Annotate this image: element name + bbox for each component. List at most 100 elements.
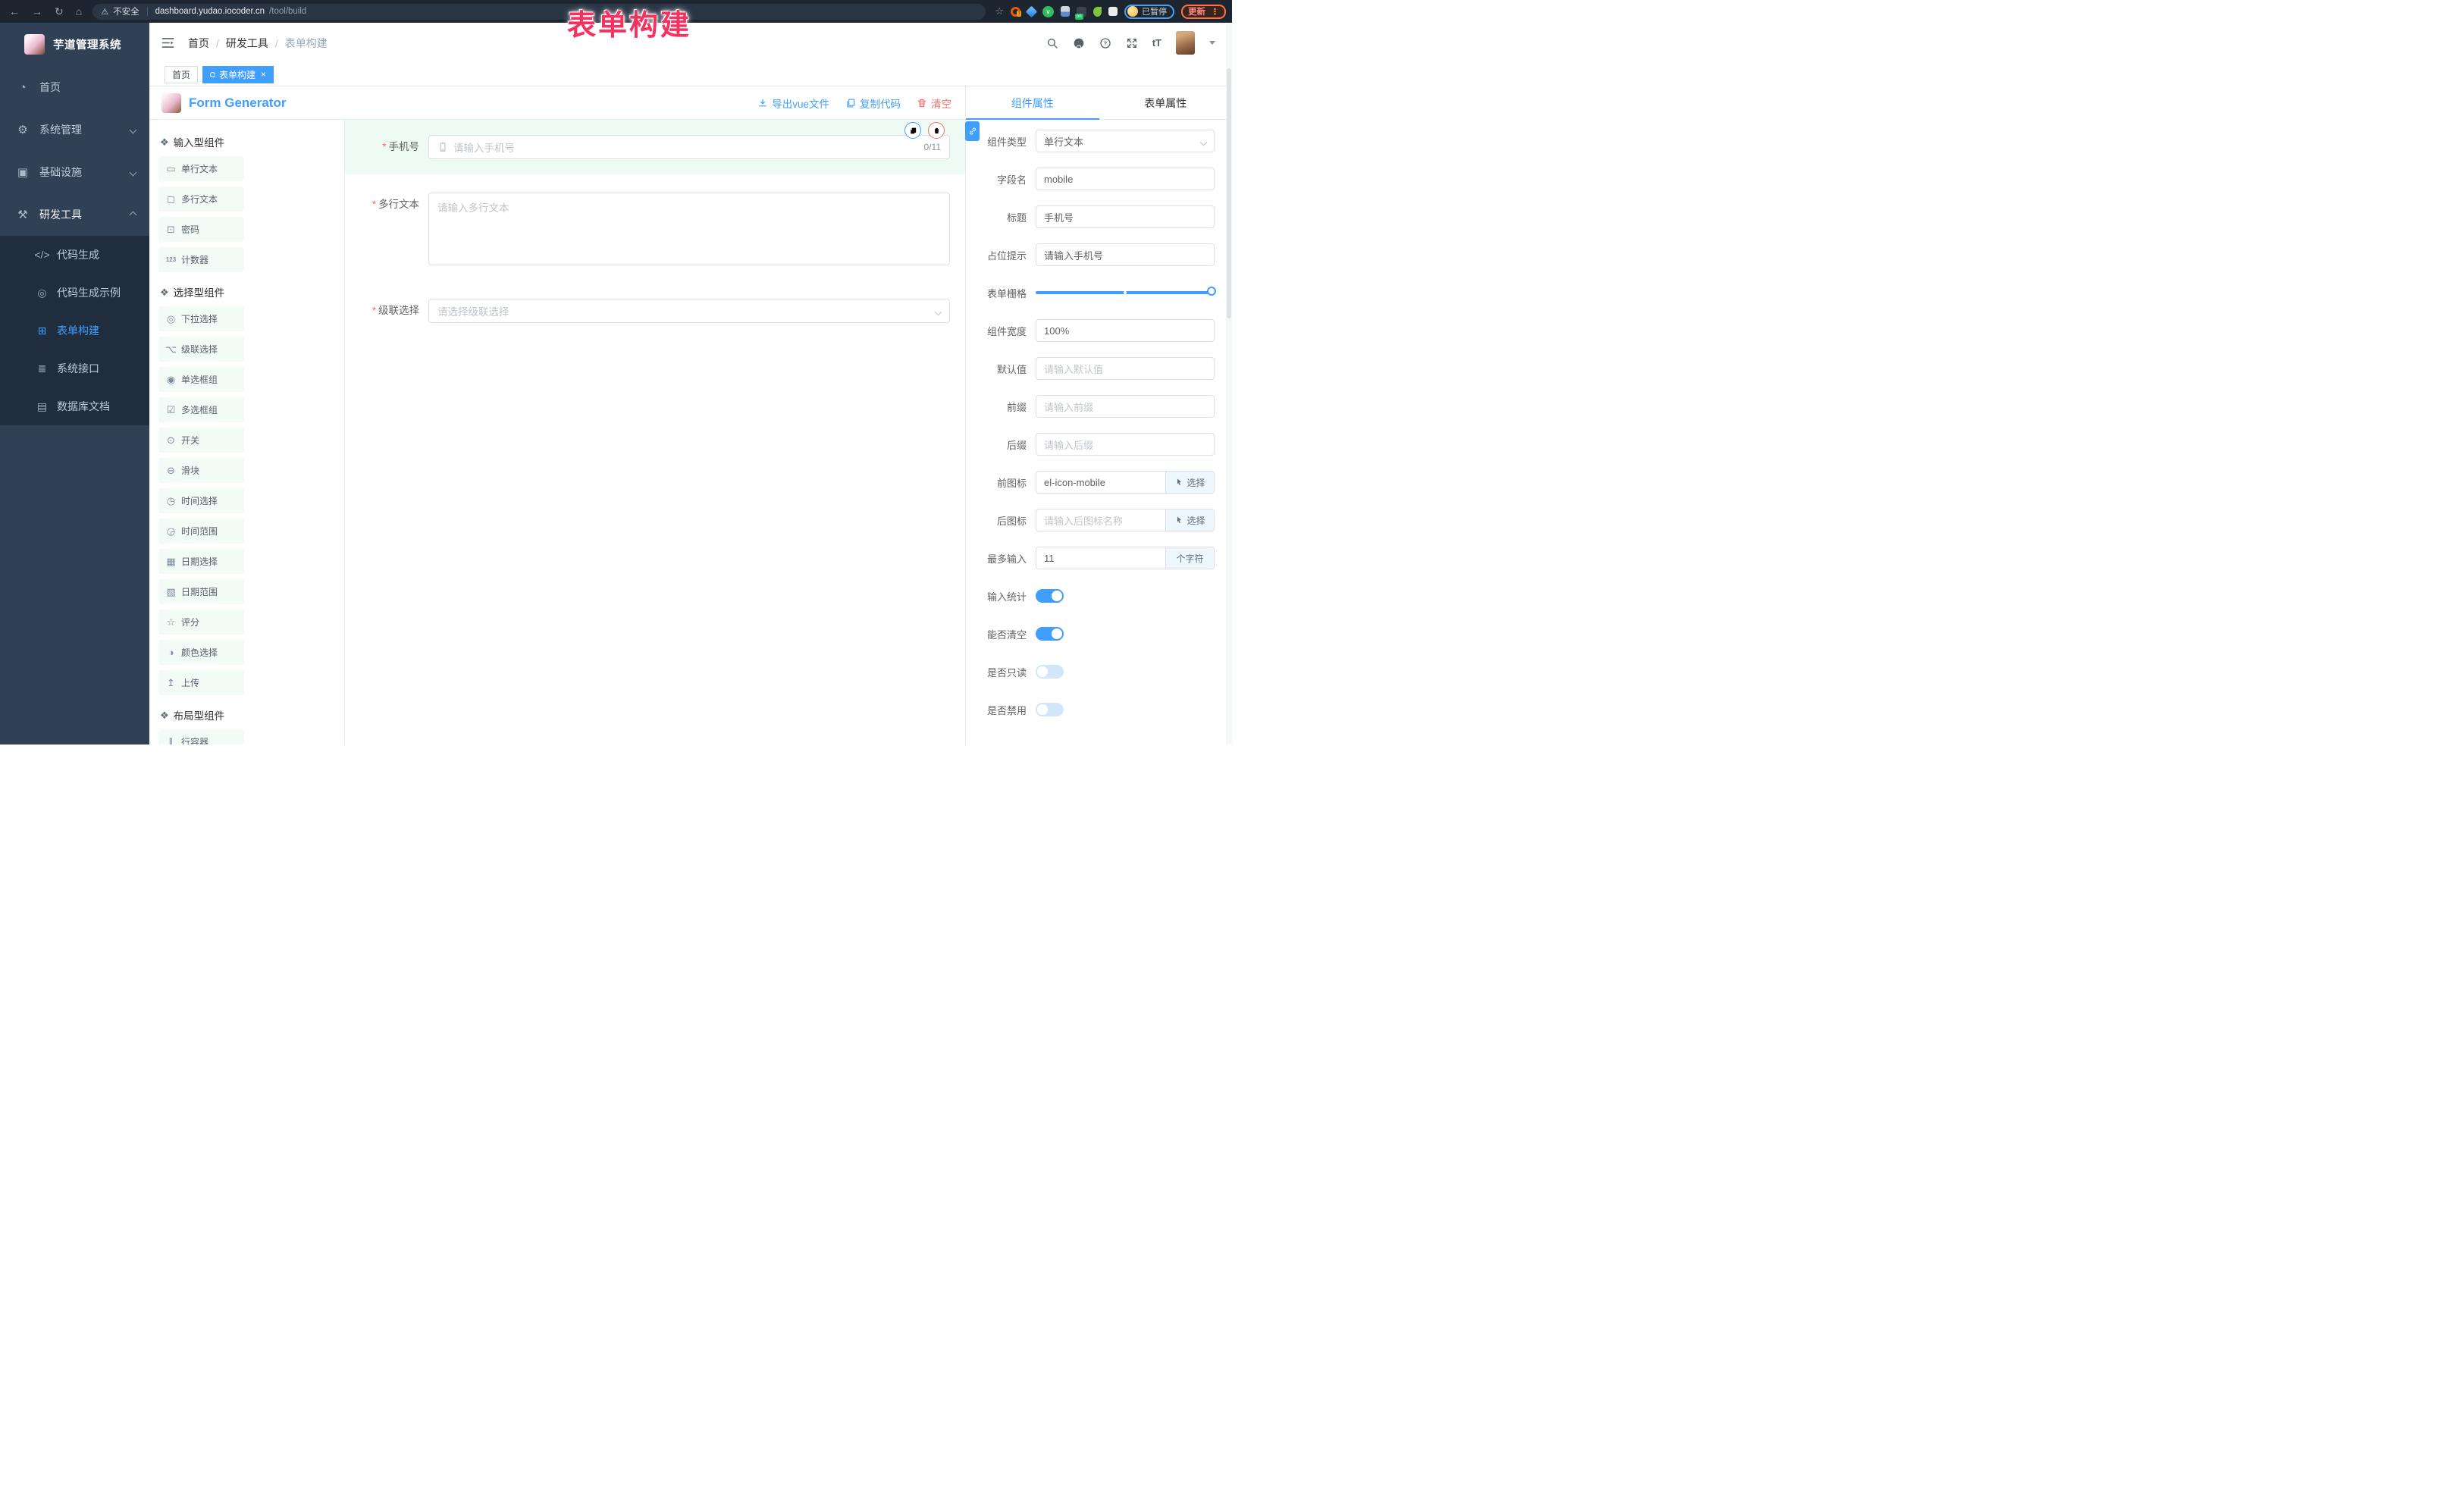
- component-item[interactable]: ↥上传: [158, 670, 244, 695]
- github-icon[interactable]: [1073, 37, 1085, 49]
- form-field-row[interactable]: *级联选择请选择级联选择: [345, 299, 965, 323]
- extension-icon[interactable]: v: [1042, 6, 1054, 17]
- property-input[interactable]: 11: [1036, 553, 1165, 564]
- scrollbar-thumb[interactable]: [1227, 68, 1231, 318]
- property-input[interactable]: 请输入前缀: [1036, 395, 1215, 418]
- slider-handle[interactable]: [1207, 287, 1216, 296]
- extension-icon[interactable]: 1: [1011, 7, 1020, 17]
- fontsize-icon[interactable]: tT: [1152, 38, 1161, 48]
- component-item[interactable]: ◎下拉选择: [158, 306, 244, 331]
- component-item[interactable]: ☆评分: [158, 610, 244, 635]
- close-icon[interactable]: ×: [261, 69, 266, 80]
- toolbar-button[interactable]: 复制代码: [845, 96, 901, 111]
- component-item[interactable]: 123计数器: [158, 247, 244, 272]
- property-input[interactable]: 请输入后图标名称: [1036, 513, 1165, 528]
- extension-icon[interactable]: [1093, 7, 1102, 17]
- sidebar-item[interactable]: ◔首页: [0, 66, 149, 108]
- time-icon: ◷: [165, 496, 177, 506]
- component-item[interactable]: ▧日期范围: [158, 579, 244, 604]
- properties-form: 组件类型单行文本字段名mobile标题手机号占位提示请输入手机号表单栅格组件宽度…: [966, 120, 1232, 744]
- property-input[interactable]: el-icon-mobile: [1036, 477, 1165, 488]
- app-logo[interactable]: 芋道管理系统: [0, 23, 149, 66]
- breadcrumb-item[interactable]: 首页: [188, 36, 209, 51]
- field-control: 请输入手机号0/11: [428, 135, 950, 159]
- component-item[interactable]: ◉单选框组: [158, 367, 244, 392]
- extension-icon[interactable]: [1061, 6, 1070, 17]
- property-input[interactable]: 请输入默认值: [1036, 357, 1215, 380]
- component-item[interactable]: ▦日期选择: [158, 549, 244, 574]
- breadcrumb-item[interactable]: 研发工具: [226, 36, 268, 51]
- help-icon[interactable]: ?: [1099, 37, 1111, 49]
- tab-page[interactable]: 首页: [165, 66, 198, 83]
- text-input[interactable]: 请输入手机号0/11: [428, 135, 950, 159]
- delete-component-button[interactable]: [928, 122, 945, 139]
- address-bar[interactable]: ⚠ 不安全 dashboard.yudao.iocoder.cn/tool/bu…: [92, 4, 986, 20]
- property-row: 能否清空: [966, 622, 1232, 645]
- avatar[interactable]: [1176, 31, 1195, 55]
- form-field-row[interactable]: *多行文本请输入多行文本: [345, 193, 965, 265]
- component-item[interactable]: ⊙开关: [158, 428, 244, 453]
- sidebar-item-label: 系统管理: [39, 122, 82, 137]
- component-item[interactable]: ◻多行文本: [158, 187, 244, 212]
- toggle-switch[interactable]: [1036, 627, 1064, 641]
- component-item[interactable]: ⊖滑块: [158, 458, 244, 483]
- sidebar-item[interactable]: ▣基础设施: [0, 151, 149, 193]
- component-item[interactable]: ⊡密码: [158, 217, 244, 242]
- property-input[interactable]: 手机号: [1036, 205, 1215, 228]
- back-icon[interactable]: ←: [9, 6, 20, 17]
- fullscreen-icon[interactable]: [1126, 37, 1138, 49]
- search-icon[interactable]: [1046, 37, 1058, 49]
- grid-span-slider[interactable]: [1036, 281, 1215, 304]
- property-select[interactable]: 单行文本: [1036, 130, 1215, 152]
- update-browser-button[interactable]: 更新⋮: [1181, 5, 1226, 19]
- forward-icon[interactable]: →: [32, 6, 42, 17]
- toolbar-button[interactable]: 导出vue文件: [757, 96, 829, 111]
- property-input[interactable]: 请输入后缀: [1036, 433, 1215, 456]
- sidebar-item[interactable]: ⚒研发工具: [0, 193, 149, 236]
- sidebar-subitem[interactable]: ◎代码生成示例: [0, 274, 149, 312]
- reload-icon[interactable]: ↻: [55, 6, 64, 17]
- tab-form-props[interactable]: 表单属性: [1099, 86, 1233, 119]
- sidebar-subitem[interactable]: ⊞表单构建: [0, 312, 149, 350]
- append-button[interactable]: 选择: [1165, 472, 1214, 493]
- sidebar-subitem[interactable]: </>代码生成: [0, 236, 149, 274]
- components-grid: ∥行容器按钮: [158, 729, 335, 744]
- caret-down-icon[interactable]: [1209, 41, 1215, 45]
- append-button[interactable]: 个字符: [1165, 547, 1214, 569]
- component-item[interactable]: ∥行容器: [158, 729, 244, 744]
- doc-link-button[interactable]: [965, 121, 980, 141]
- component-icon: ❖: [160, 137, 169, 147]
- component-item[interactable]: ▭单行文本: [158, 156, 244, 181]
- sidebar-subitem[interactable]: ≣系统接口: [0, 350, 149, 387]
- scrollbar[interactable]: [1226, 23, 1232, 744]
- property-input[interactable]: 100%: [1036, 319, 1215, 342]
- textarea-input[interactable]: 请输入多行文本: [428, 193, 950, 265]
- sidebar-item[interactable]: ⚙系统管理: [0, 108, 149, 151]
- component-item[interactable]: ⌥级联选择: [158, 337, 244, 362]
- toggle-switch[interactable]: [1036, 703, 1064, 716]
- copy-component-button[interactable]: [904, 122, 921, 139]
- component-item[interactable]: ◑颜色选择: [158, 640, 244, 665]
- extension-icon[interactable]: on: [1077, 7, 1086, 17]
- puzzle-extension-icon[interactable]: [1108, 7, 1118, 16]
- property-input[interactable]: 请输入手机号: [1036, 243, 1215, 266]
- tab-active[interactable]: 表单构建×: [202, 66, 274, 83]
- component-item[interactable]: ◷时间选择: [158, 488, 244, 513]
- toggle-switch[interactable]: [1036, 665, 1064, 679]
- form-field-row[interactable]: *手机号请输入手机号0/11: [345, 120, 965, 174]
- profile-paused-button[interactable]: 已暂停: [1124, 5, 1174, 19]
- component-item[interactable]: ☑多选框组: [158, 397, 244, 422]
- toolbar-button[interactable]: 清空: [917, 96, 951, 111]
- component-item[interactable]: ◶时间范围: [158, 519, 244, 544]
- home-icon[interactable]: ⌂: [76, 6, 82, 17]
- sidebar-subitem[interactable]: ▤数据库文档: [0, 387, 149, 425]
- select-input[interactable]: 请选择级联选择: [428, 299, 950, 323]
- extension-icon[interactable]: [1026, 5, 1038, 17]
- append-button[interactable]: 选择: [1165, 509, 1214, 531]
- hamburger-icon[interactable]: [161, 36, 175, 50]
- property-input[interactable]: mobile: [1036, 168, 1215, 190]
- tags-view: 首页表单构建×: [149, 63, 1232, 86]
- bookmark-star-icon[interactable]: ☆: [995, 5, 1004, 17]
- tab-component-props[interactable]: 组件属性: [966, 86, 1099, 119]
- toggle-switch[interactable]: [1036, 589, 1064, 603]
